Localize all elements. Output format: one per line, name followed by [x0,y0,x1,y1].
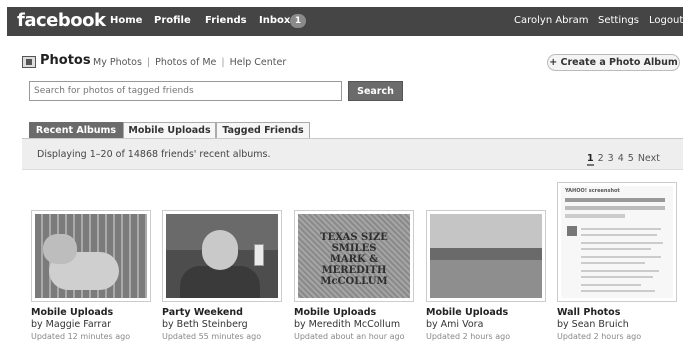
album-cover-photo[interactable] [31,210,151,302]
divider: | [146,57,151,68]
nav-inbox-link[interactable]: Inbox [259,15,290,26]
nav-friends-link[interactable]: Friends [205,15,247,26]
my-photos-link[interactable]: My Photos [93,57,142,68]
album-cover-photo[interactable]: TEXAS SIZE SMILES MARK & MEREDITH McCOLL… [294,210,414,302]
album-updated-time: Updated 55 minutes ago [162,332,262,341]
next-page-link[interactable]: Next [638,153,660,164]
help-center-link[interactable]: Help Center [230,57,287,68]
results-count-text: Displaying 1–20 of 14868 friends' recent… [37,149,271,160]
search-button[interactable]: Search [348,81,403,101]
field-photo [430,214,542,298]
page-2-link[interactable]: 2 [598,153,604,164]
stone-engraving: TEXAS SIZE SMILES MARK & MEREDITH McCOLL… [320,232,388,287]
nav-home-link[interactable]: Home [110,15,142,26]
screenshot-photo: YAHOO! screenshot [561,186,673,298]
album-title-link[interactable]: Mobile Uploads [426,307,508,318]
album-owner-link[interactable]: by Maggie Farrar [31,319,111,330]
engraved-stone-photo: TEXAS SIZE SMILES MARK & MEREDITH McCOLL… [298,214,410,298]
tab-mobile-uploads[interactable]: Mobile Uploads [123,122,216,138]
album-updated-time: Updated 12 minutes ago [31,332,131,341]
top-navigation-bar: facebook Home Profile Friends Inbox 1 Ca… [7,7,683,36]
results-summary-bar: Displaying 1–20 of 14868 friends' recent… [22,138,683,170]
page-3-link[interactable]: 3 [608,153,614,164]
page-1-link[interactable]: 1 [587,153,594,166]
album-title-link[interactable]: Wall Photos [557,307,620,318]
album-updated-time: Updated 2 hours ago [557,332,642,341]
page-5-link[interactable]: 5 [628,153,634,164]
photos-icon [22,56,36,68]
nav-settings-link[interactable]: Settings [598,15,639,26]
tab-recent-albums[interactable]: Recent Albums [29,122,123,138]
dog-photo [35,214,147,298]
nav-user-name-link[interactable]: Carolyn Abram [514,15,589,26]
album-updated-time: Updated 2 hours ago [426,332,511,341]
party-photo [166,214,278,298]
album-cover-photo[interactable]: YAHOO! screenshot [557,182,677,302]
nav-logout-link[interactable]: Logout [649,15,683,26]
tab-tagged-friends[interactable]: Tagged Friends [216,122,310,138]
album-cover-photo[interactable] [426,210,546,302]
screenshot-header-text: YAHOO! screenshot [565,188,620,194]
album-cover-photo[interactable] [162,210,282,302]
facebook-logo[interactable]: facebook [17,10,106,31]
search-input[interactable] [29,81,342,101]
pagination: 1 2 3 4 5 Next [587,153,664,166]
album-title-link[interactable]: Mobile Uploads [31,307,113,318]
divider: | [221,57,225,68]
page-title: Photos [40,53,91,68]
album-title-link[interactable]: Mobile Uploads [294,307,376,318]
photos-sublinks: My Photos | Photos of Me | Help Center [93,57,286,68]
album-owner-link[interactable]: by Beth Steinberg [162,319,248,330]
album-owner-link[interactable]: by Ami Vora [426,319,483,330]
album-owner-link[interactable]: by Meredith McCollum [294,319,400,330]
nav-profile-link[interactable]: Profile [154,15,191,26]
album-updated-time: Updated about an hour ago [294,332,405,341]
inbox-count-badge: 1 [290,14,306,28]
page-4-link[interactable]: 4 [618,153,624,164]
create-photo-album-button[interactable]: + Create a Photo Album [547,54,680,71]
photos-of-me-link[interactable]: Photos of Me [155,57,216,68]
album-owner-link[interactable]: by Sean Bruich [557,319,629,330]
album-title-link[interactable]: Party Weekend [162,307,243,318]
